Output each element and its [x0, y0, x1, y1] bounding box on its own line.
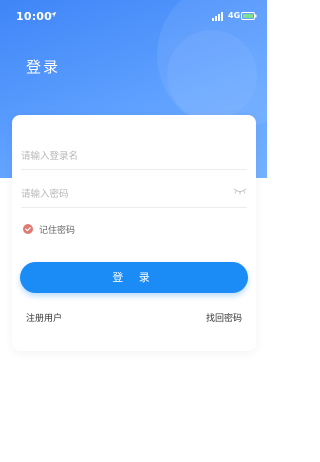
- signal-icon: [212, 12, 226, 21]
- login-card: 请输入登录名 请输入密码 记住密码 登 录 注册用户 找回密码: [12, 115, 256, 351]
- status-bar: 10:00 4G: [0, 0, 267, 30]
- forgot-password-link[interactable]: 找回密码: [206, 311, 242, 324]
- decorative-circle: [167, 30, 257, 120]
- page-title: 登录: [26, 58, 61, 76]
- username-field[interactable]: 请输入登录名: [21, 143, 247, 170]
- battery-icon: [241, 12, 257, 20]
- login-button[interactable]: 登 录: [20, 262, 248, 293]
- status-time: 10:00: [16, 10, 53, 23]
- eye-closed-icon[interactable]: [233, 187, 247, 195]
- remember-password-label: 记住密码: [39, 226, 76, 236]
- password-placeholder: 请输入密码: [21, 189, 69, 200]
- location-arrow-icon: [50, 11, 57, 18]
- check-icon[interactable]: [23, 224, 33, 234]
- password-field[interactable]: 请输入密码: [21, 181, 247, 208]
- username-placeholder: 请输入登录名: [21, 151, 79, 162]
- network-label: 4G: [228, 11, 241, 20]
- register-link[interactable]: 注册用户: [26, 311, 62, 324]
